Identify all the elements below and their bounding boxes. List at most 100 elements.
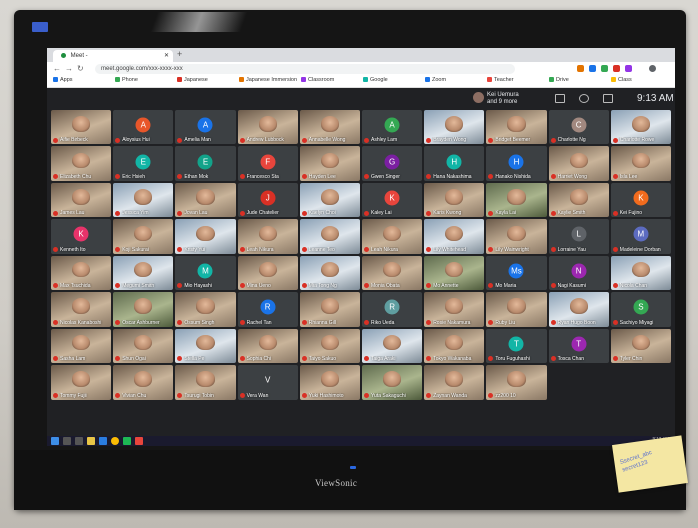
edge-icon[interactable]: [99, 437, 107, 445]
participant-tile[interactable]: Leah Nikura: [237, 219, 298, 254]
participant-tile[interactable]: J Jude Chatelier: [237, 182, 298, 218]
app-icon[interactable]: [123, 437, 131, 445]
participant-tile[interactable]: A Amelia Man: [175, 110, 236, 145]
people-icon[interactable]: [579, 94, 589, 103]
url-field[interactable]: meet.google.com/xxx-xxxx-xxx: [95, 64, 515, 74]
participant-tile[interactable]: Jovan Lau: [175, 182, 236, 218]
participant-tile[interactable]: Taiyo Sakuo: [299, 328, 360, 364]
participant-tile[interactable]: Yuta Sakaguchi: [362, 365, 423, 400]
participant-tile[interactable]: Leah Nikura: [362, 219, 423, 254]
participant-tile[interactable]: R Rachel Tan: [237, 292, 298, 327]
participant-tile[interactable]: Sophia Chi: [237, 328, 298, 364]
participant-tile[interactable]: Kaylie Smith: [548, 182, 609, 218]
participant-tile[interactable]: Jessica Yim: [113, 182, 174, 218]
participant-tile[interactable]: S Sachiyo Miyagi: [610, 292, 671, 327]
participant-tile[interactable]: A Aloysius Hui: [113, 110, 174, 145]
participant-tile[interactable]: Karis Kwong: [424, 182, 485, 218]
participant-tile[interactable]: R Riko Ueda: [362, 292, 423, 327]
windows-start-icon[interactable]: [51, 437, 59, 445]
extension-icon[interactable]: [625, 65, 632, 72]
participant-tile[interactable]: L Lorraine Yau: [548, 219, 609, 254]
participant-tile[interactable]: G Gwen Singer: [362, 146, 423, 181]
participant-tile[interactable]: Charlotte Rowe: [610, 110, 671, 145]
participant-tile[interactable]: Tokyo Wakanaba: [424, 328, 485, 364]
new-tab-icon[interactable]: +: [177, 49, 182, 59]
participant-tile[interactable]: Sasha Lam: [51, 328, 112, 364]
bookmark-item[interactable]: Apps: [53, 77, 73, 83]
participant-tile[interactable]: C Charlotte Ng: [548, 110, 609, 145]
participant-tile[interactable]: N Nagi Kasumi: [548, 255, 609, 291]
profile-icon[interactable]: [649, 65, 656, 72]
extension-icon[interactable]: [601, 65, 608, 72]
participant-tile[interactable]: Monia Obata: [362, 255, 423, 291]
bookmark-item[interactable]: Class: [611, 77, 632, 83]
participant-tile[interactable]: T Tosca Chan: [548, 328, 609, 364]
participant-tile[interactable]: Mina Ueno: [237, 255, 298, 291]
participant-tile[interactable]: Stella Pe: [175, 328, 236, 364]
chat-icon[interactable]: [603, 94, 613, 103]
participant-tile[interactable]: Oscar Ashburner: [113, 292, 174, 327]
participant-tile[interactable]: Annabelle Wong: [299, 110, 360, 145]
participant-tile[interactable]: Alfie Birbeck: [51, 110, 112, 145]
participant-tile[interactable]: K Kei Fujino: [610, 182, 671, 218]
bookmark-item[interactable]: Teacher: [487, 77, 514, 83]
participant-tile[interactable]: M Mio Hayashi: [175, 255, 236, 291]
participant-tile[interactable]: Koji Sakurai: [113, 219, 174, 254]
participant-tile[interactable]: Rosie Nakamura: [424, 292, 485, 327]
participant-tile[interactable]: E Ethan Mok: [175, 146, 236, 181]
layout-icon[interactable]: [555, 94, 565, 103]
participant-tile[interactable]: James Lau: [51, 182, 112, 218]
participant-tile[interactable]: A Ashley Lam: [362, 110, 423, 145]
participant-tile[interactable]: Lily Whitehead: [424, 219, 485, 254]
participant-tile[interactable]: Ossum Singh: [175, 292, 236, 327]
participant-tile[interactable]: Ryan Hugo Boon: [548, 292, 609, 327]
extension-icon[interactable]: [577, 65, 584, 72]
participant-tile[interactable]: M Madeleine Dorban: [610, 219, 671, 254]
participant-tile[interactable]: Vivian Chu: [113, 365, 174, 400]
participant-tile[interactable]: Elizabeth Chu: [51, 146, 112, 181]
app-icon[interactable]: [135, 437, 143, 445]
participant-tile[interactable]: Mo Annette: [424, 255, 485, 291]
participant-tile[interactable]: T Toru Fuguhashi: [486, 328, 547, 364]
participant-tile[interactable]: Tyler Chin: [610, 328, 671, 364]
extension-icon[interactable]: [613, 65, 620, 72]
participant-tile[interactable]: Bridget Beemer: [486, 110, 547, 145]
participant-tile[interactable]: zz200 10: [486, 365, 547, 400]
bookmark-item[interactable]: Japanese Immersion: [239, 77, 297, 83]
participant-tile[interactable]: Kayla Lai: [486, 182, 547, 218]
chrome-icon[interactable]: [111, 437, 119, 445]
bookmark-item[interactable]: Google: [363, 77, 388, 83]
participant-tile[interactable]: Nicolas Kanaboshi: [51, 292, 112, 327]
participant-tile[interactable]: Hayden Lee: [299, 146, 360, 181]
bookmark-item[interactable]: Classroom: [301, 77, 334, 83]
participant-tile[interactable]: Taiga Araki: [362, 328, 423, 364]
participant-tile[interactable]: Ruby Liu: [486, 292, 547, 327]
participant-tile[interactable]: Andrew Lubbock: [237, 110, 298, 145]
participant-tile[interactable]: Mia Tong Ng: [299, 255, 360, 291]
participant-tile[interactable]: K Kaley Lai: [362, 182, 423, 218]
participant-tile[interactable]: Zaynan Wanda: [424, 365, 485, 400]
participant-tile[interactable]: Tsurugi Tobin: [175, 365, 236, 400]
extension-icon[interactable]: [589, 65, 596, 72]
participant-tile[interactable]: Megumi Smith: [113, 255, 174, 291]
participant-tile[interactable]: F Francesco Sta: [237, 146, 298, 181]
participant-tile[interactable]: Kaelyn Choi: [299, 182, 360, 218]
reload-icon[interactable]: ↻: [77, 64, 84, 73]
participant-tile[interactable]: Yuki Hashimoto: [299, 365, 360, 400]
close-tab-icon[interactable]: ✕: [164, 50, 169, 62]
participant-tile[interactable]: Harriet Wong: [548, 146, 609, 181]
bookmark-item[interactable]: Phone: [115, 77, 138, 83]
participant-tile[interactable]: H Hana Nakashima: [424, 146, 485, 181]
participant-tile[interactable]: Nicola Chan: [610, 255, 671, 291]
participant-tile[interactable]: Lily Wainwright: [486, 219, 547, 254]
participant-tile[interactable]: E Eric Hsieh: [113, 146, 174, 181]
participant-tile[interactable]: K Kenneth Ito: [51, 219, 112, 254]
task-view-icon[interactable]: [75, 437, 83, 445]
participant-tile[interactable]: Leanne Teo: [299, 219, 360, 254]
forward-icon[interactable]: →: [65, 64, 73, 73]
participant-tile[interactable]: V Vera Wan: [237, 365, 298, 400]
participant-tile[interactable]: Kristy Yui: [175, 219, 236, 254]
bookmark-item[interactable]: Drive: [549, 77, 569, 83]
bookmark-item[interactable]: Zoom: [425, 77, 446, 83]
participant-tile[interactable]: Brayden Wong: [424, 110, 485, 145]
